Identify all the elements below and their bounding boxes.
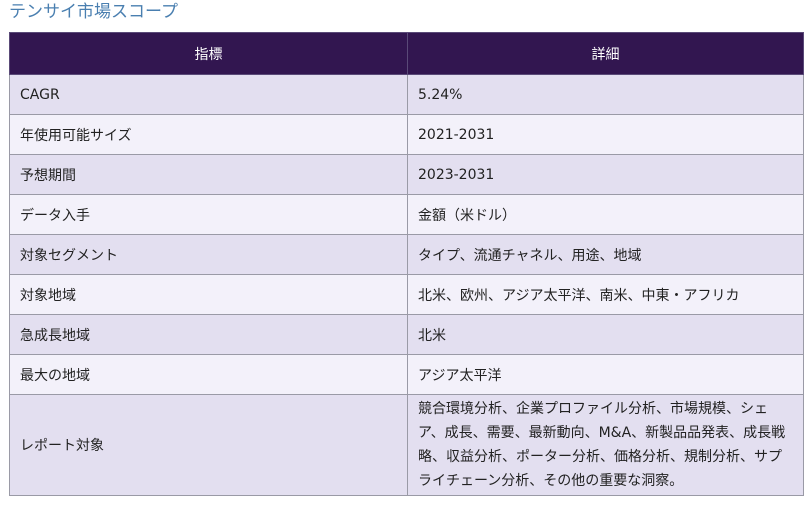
detail-cell: 5.24%: [407, 74, 804, 115]
table-header-row: 指標 詳細: [9, 32, 804, 75]
table-row: 急成長地域 北米: [9, 314, 804, 355]
column-header-detail: 詳細: [407, 32, 804, 75]
metric-cell: 対象セグメント: [9, 234, 408, 275]
metric-cell: レポート対象: [9, 394, 408, 496]
table-row: 対象セグメント タイプ、流通チャネル、用途、地域: [9, 234, 804, 275]
metric-cell: データ入手: [9, 194, 408, 235]
table-row: 対象地域 北米、欧州、アジア太平洋、南米、中東・アフリカ: [9, 274, 804, 315]
detail-cell: 2023-2031: [407, 154, 804, 195]
detail-cell: タイプ、流通チャネル、用途、地域: [407, 234, 804, 275]
table-row: 年使用可能サイズ 2021-2031: [9, 114, 804, 155]
table-row: レポート対象 競合環境分析、企業プロファイル分析、市場規模、シェア、成長、需要、…: [9, 394, 804, 496]
detail-cell: 競合環境分析、企業プロファイル分析、市場規模、シェア、成長、需要、最新動向、M&…: [407, 394, 804, 496]
detail-cell: 北米: [407, 314, 804, 355]
table-row: 予想期間 2023-2031: [9, 154, 804, 195]
table-row: CAGR 5.24%: [9, 74, 804, 115]
metric-cell: 年使用可能サイズ: [9, 114, 408, 155]
metric-cell: 最大の地域: [9, 354, 408, 395]
market-scope-table: 指標 詳細 CAGR 5.24% 年使用可能サイズ 2021-2031 予想期間…: [9, 32, 804, 496]
page-title: テンサイ市場スコープ: [9, 2, 178, 22]
metric-cell: 予想期間: [9, 154, 408, 195]
column-header-metric: 指標: [9, 32, 408, 75]
table-row: データ入手 金額（米ドル）: [9, 194, 804, 235]
metric-cell: 対象地域: [9, 274, 408, 315]
table-row: 最大の地域 アジア太平洋: [9, 354, 804, 395]
metric-cell: CAGR: [9, 74, 408, 115]
detail-cell: アジア太平洋: [407, 354, 804, 395]
metric-cell: 急成長地域: [9, 314, 408, 355]
detail-cell: 金額（米ドル）: [407, 194, 804, 235]
detail-cell: 北米、欧州、アジア太平洋、南米、中東・アフリカ: [407, 274, 804, 315]
detail-cell: 2021-2031: [407, 114, 804, 155]
